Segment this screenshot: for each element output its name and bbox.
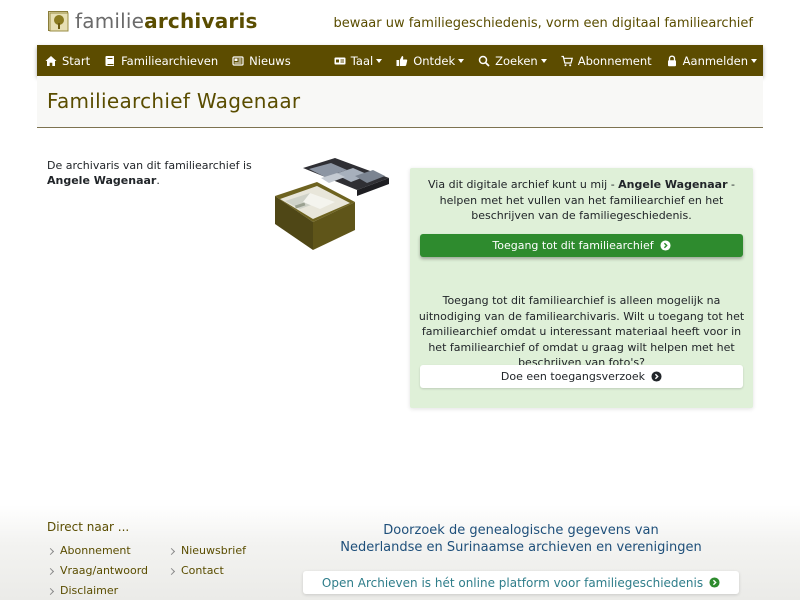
nav-ontdek[interactable]: Ontdek bbox=[388, 45, 470, 76]
archivist-intro: De archivaris van dit familiearchief is … bbox=[47, 159, 252, 187]
nav-zoeken[interactable]: Zoeken bbox=[470, 45, 553, 76]
footer-link-contact[interactable]: Contact bbox=[167, 564, 224, 577]
promo-line-1: Doorzoek de genealogische gegevens van bbox=[383, 523, 659, 538]
page-title-bar: Familiearchief Wagenaar bbox=[37, 76, 763, 128]
footer-heading: Direct naar ... bbox=[47, 520, 130, 534]
site-footer: Direct naar ... Abonnement Vraag/antwoor… bbox=[0, 505, 800, 600]
page-container: familiearchivaris bewaar uw familiegesch… bbox=[37, 0, 763, 513]
circle-chevron-right-icon bbox=[660, 240, 671, 251]
access-info-text: Toegang tot dit familiearchief is alleen… bbox=[418, 294, 745, 369]
nav-left: Start Familiearchieven Nieuws bbox=[37, 45, 297, 76]
nav-ontdek-label: Ontdek bbox=[413, 53, 456, 68]
nav-abonnement-label: Abonnement bbox=[577, 53, 652, 68]
footer-link-vraag-antwoord[interactable]: Vraag/antwoord bbox=[46, 564, 148, 577]
nav-abonnement[interactable]: Abonnement bbox=[553, 45, 658, 76]
main-navbar: Start Familiearchieven Nieuws Taal Ontde… bbox=[37, 45, 763, 76]
site-header: familiearchivaris bewaar uw familiegesch… bbox=[37, 0, 763, 45]
open-archives-button[interactable]: Open Archieven is hét online platform vo… bbox=[303, 571, 739, 594]
nav-aanmelden[interactable]: Aanmelden bbox=[658, 45, 763, 76]
open-archives-label: Open Archieven is hét online platform vo… bbox=[321, 575, 704, 590]
search-icon bbox=[478, 55, 490, 67]
archive-box-image bbox=[275, 158, 389, 250]
cart-icon bbox=[561, 55, 573, 66]
request-access-label: Doe een toegangsverzoek bbox=[500, 370, 646, 383]
request-access-button[interactable]: Doe een toegangsverzoek bbox=[420, 365, 743, 388]
tree-logo-icon bbox=[48, 11, 69, 32]
nav-familiearchieven-label: Familiearchieven bbox=[121, 53, 219, 68]
access-archive-label: Toegang tot dit familiearchief bbox=[492, 239, 654, 252]
circle-chevron-right-icon bbox=[709, 577, 720, 588]
page-title: Familiearchief Wagenaar bbox=[47, 89, 301, 113]
chevron-down-icon bbox=[751, 58, 757, 63]
chevron-right-icon bbox=[46, 547, 55, 555]
chevron-right-icon bbox=[167, 547, 176, 555]
help-text: Via dit digitale archief kunt u mij - An… bbox=[428, 178, 735, 222]
chevron-down-icon bbox=[540, 58, 547, 63]
chevron-down-icon bbox=[458, 58, 465, 63]
nav-zoeken-label: Zoeken bbox=[495, 53, 538, 68]
main-content: De archivaris van dit familiearchief is … bbox=[37, 128, 763, 513]
circle-chevron-right-icon bbox=[651, 371, 662, 382]
chevron-right-icon bbox=[167, 567, 176, 575]
nav-right: Taal Ontdek Zoeken Abonnement Aanmelden bbox=[326, 45, 763, 76]
nav-start-label: Start bbox=[62, 53, 91, 68]
chevron-right-icon bbox=[46, 587, 55, 595]
access-archive-button[interactable]: Toegang tot dit familiearchief bbox=[420, 234, 743, 257]
nav-taal-label: Taal bbox=[350, 53, 374, 68]
thumbs-up-icon bbox=[396, 55, 408, 66]
footer-link-nieuwsbrief[interactable]: Nieuwsbrief bbox=[167, 544, 246, 557]
promo-line-2: Nederlandse en Surinaamse archieven en v… bbox=[340, 540, 702, 555]
nav-taal[interactable]: Taal bbox=[326, 45, 388, 76]
chevron-right-icon bbox=[46, 567, 55, 575]
chevron-down-icon bbox=[376, 58, 383, 63]
open-archives-promo: Doorzoek de genealogische gegevens van N… bbox=[300, 522, 742, 556]
nav-aanmelden-label: Aanmelden bbox=[682, 53, 748, 68]
brand-name: familiearchivaris bbox=[75, 9, 258, 33]
footer-link-disclaimer[interactable]: Disclaimer bbox=[46, 584, 118, 597]
archivist-name: Angele Wagenaar bbox=[47, 174, 157, 187]
nav-nieuws-label: Nieuws bbox=[249, 53, 291, 68]
access-panel: Via dit digitale archief kunt u mij - An… bbox=[410, 168, 753, 408]
nav-nieuws[interactable]: Nieuws bbox=[224, 45, 297, 76]
language-icon bbox=[334, 57, 346, 64]
home-icon bbox=[45, 55, 57, 66]
newspaper-icon bbox=[232, 55, 244, 66]
nav-start[interactable]: Start bbox=[37, 45, 96, 76]
footer-link-abonnement[interactable]: Abonnement bbox=[46, 544, 131, 557]
book-icon bbox=[105, 55, 115, 66]
nav-familiearchieven[interactable]: Familiearchieven bbox=[96, 45, 224, 76]
brand-link[interactable]: familiearchivaris bbox=[48, 9, 258, 33]
lock-icon bbox=[667, 55, 676, 66]
tagline: bewaar uw familiegeschiedenis, vorm een … bbox=[333, 16, 753, 31]
